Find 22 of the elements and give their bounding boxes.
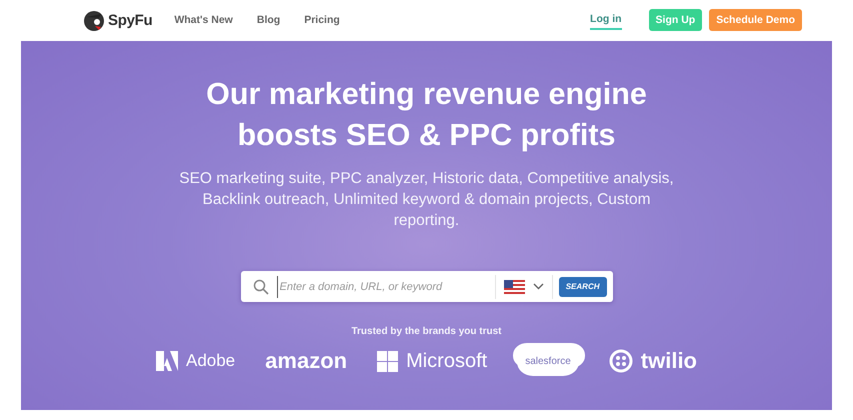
search-bar[interactable]: Enter a domain, URL, or keyword SEARCH bbox=[240, 271, 612, 302]
nav-link[interactable]: Blog bbox=[256, 11, 280, 29]
search-button[interactable]: SEARCH bbox=[558, 276, 606, 296]
login-link[interactable]: Log in bbox=[590, 10, 622, 30]
nav-link[interactable]: Pricing bbox=[304, 11, 340, 29]
windows-logo-icon bbox=[377, 350, 398, 372]
spy-logo-icon bbox=[83, 9, 105, 31]
brand-name: twilio bbox=[640, 348, 697, 374]
brand-name: Adobe bbox=[186, 351, 236, 371]
hero-subtitle: SEO marketing suite, PPC analyzer, Historic data, Competitive analysis, Backlink outreach, Unlimited keyword & domain projects, Custom reporting. bbox=[178, 169, 675, 231]
logo-text: SpyFu bbox=[108, 12, 152, 28]
hero-heading: Our marketing revenue engine boosts SEO & PPC profits bbox=[206, 76, 647, 154]
trusted-heading: Trusted by the brands you trust bbox=[351, 326, 502, 337]
adobe-logo-icon bbox=[156, 351, 178, 371]
search-icon bbox=[252, 278, 268, 294]
brand-name: amazon bbox=[265, 348, 348, 374]
chevron-down-icon[interactable] bbox=[532, 283, 544, 290]
flag-icon[interactable] bbox=[504, 280, 525, 294]
nav-link[interactable]: What's New bbox=[174, 11, 233, 29]
twilio-logo-icon bbox=[608, 349, 633, 373]
salesforce-logo: salesforce bbox=[517, 346, 579, 376]
brand-name: Microsoft bbox=[406, 350, 488, 372]
